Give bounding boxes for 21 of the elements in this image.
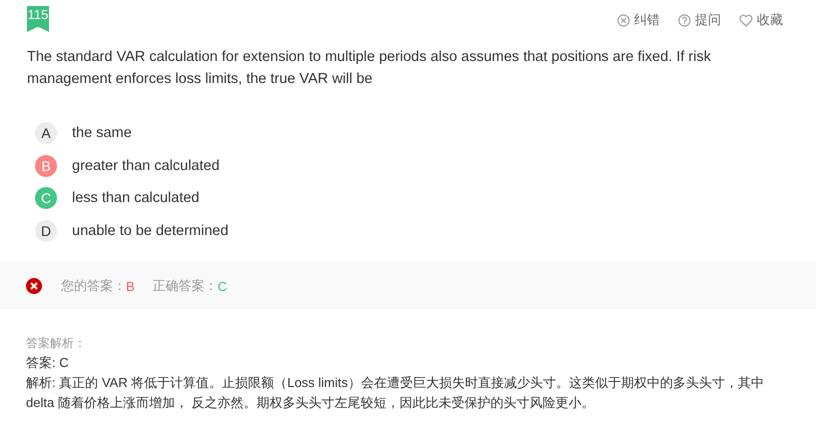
question-text: The standard VAR calculation for extension to multiple periods also assumes that positions are fixed. If risk management enforces loss limits, the true VAR will be (27, 48, 712, 89)
option-letter[interactable]: D (35, 220, 57, 242)
favorite-button[interactable]: 收藏 (739, 11, 783, 29)
option-text[interactable]: unable to be determined (72, 222, 228, 239)
your-answer-value: B (126, 278, 135, 294)
explanation-text: 解析: 真正的 VAR 将低于计算值。止损限额（Loss limits）会在遭受巨大损失时直接减少头寸。这类似于期权中的多头头寸，其中 delta 随着价格上涨而增加， 反之亦然。期权多头头寸左尾较短，因此比未受保护的头寸风险更小。 (26, 374, 765, 412)
answer-line: 答案: C (26, 354, 70, 372)
close-circle-icon (617, 14, 630, 26)
correct-answer-label: 正确答案： (152, 277, 218, 295)
question-icon (678, 14, 691, 26)
option-text[interactable]: less than calculated (72, 190, 200, 206)
heart-icon (739, 14, 753, 26)
ask-button[interactable]: 提问 (678, 11, 721, 29)
option-text[interactable]: the same (72, 125, 132, 142)
explanation-heading: 答案解析： (26, 335, 87, 352)
option-text[interactable]: greater than calculated (72, 158, 220, 174)
your-answer-label: 您的答案： (61, 277, 126, 295)
correct-answer-value: C (218, 278, 228, 294)
report-button[interactable]: 纠错 (617, 11, 660, 29)
question-number-badge: 115 (27, 6, 49, 32)
option-letter[interactable]: A (35, 122, 57, 144)
